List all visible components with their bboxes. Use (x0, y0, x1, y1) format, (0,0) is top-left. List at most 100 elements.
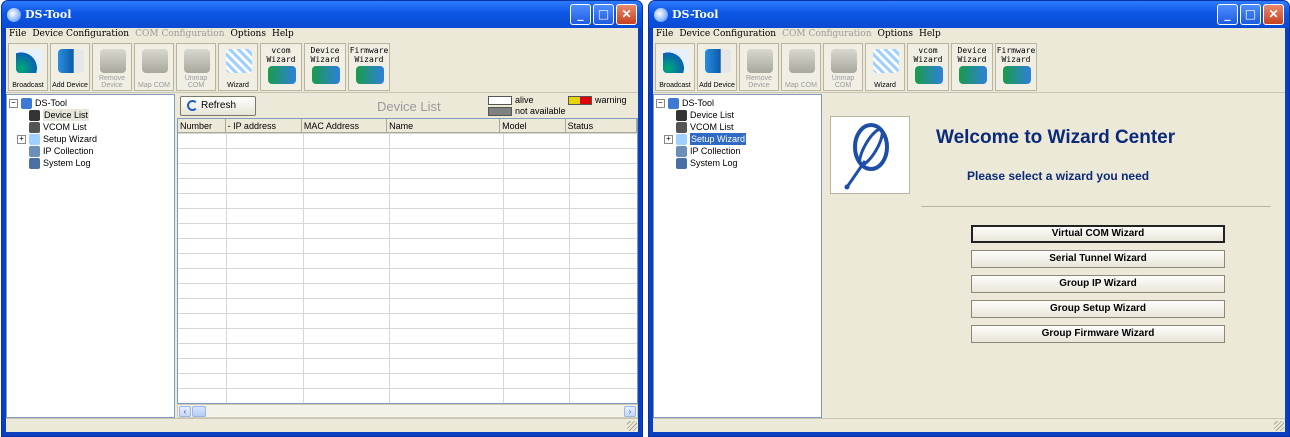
menu-options[interactable]: Options (231, 28, 266, 41)
tree-item-vcom-list[interactable]: VCOM List (656, 121, 821, 133)
broadcast-button[interactable]: Broadcast (655, 43, 695, 91)
tree-root[interactable]: − DS-Tool (656, 97, 821, 109)
resize-grip-icon[interactable] (627, 421, 637, 431)
ds-tool-icon (21, 97, 32, 109)
tree-item-device-list[interactable]: Device List (9, 109, 174, 121)
refresh-icon (187, 100, 198, 111)
unmap-com-icon (184, 49, 210, 73)
firmware-wizard-button[interactable]: Firmware Wizard (995, 43, 1037, 91)
firmware-wizard-button[interactable]: Firmware Wizard (348, 43, 390, 91)
collapse-icon[interactable]: − (9, 98, 18, 108)
ip-collection-icon (29, 145, 40, 157)
add-device-button[interactable]: Add Device (50, 43, 90, 91)
scroll-left-button[interactable]: ‹ (179, 406, 191, 417)
table-header: Number - IP address MAC Address Name Mod… (178, 119, 637, 133)
close-button[interactable]: ✕ (616, 4, 637, 25)
tree-item-ip-collection[interactable]: IP Collection (9, 145, 174, 157)
expand-icon[interactable]: + (664, 134, 673, 144)
device-wizard-icon (312, 66, 340, 84)
tree-item-system-log[interactable]: System Log (656, 157, 821, 169)
scroll-thumb[interactable] (192, 406, 206, 417)
map-com-button[interactable]: Map COM (134, 43, 174, 91)
device-list-panel: Refresh Device List alive warning not av… (177, 94, 638, 418)
status-bar (653, 418, 1285, 432)
column-mac-address[interactable]: MAC Address (302, 119, 388, 132)
column-name[interactable]: Name (387, 119, 501, 132)
tree-item-setup-wizard[interactable]: + Setup Wizard (656, 133, 821, 145)
unmap-com-button[interactable]: Unmap COM (176, 43, 216, 91)
column-number[interactable]: Number (178, 119, 226, 132)
menu-device-configuration[interactable]: Device Configuration (679, 28, 776, 41)
device-table[interactable]: Number - IP address MAC Address Name Mod… (177, 118, 638, 404)
group-setup-wizard-button[interactable]: Group Setup Wizard (971, 300, 1225, 318)
title-bar[interactable]: DS-Tool _ □ ✕ (2, 1, 642, 28)
tree-item-ip-collection[interactable]: IP Collection (656, 145, 821, 157)
collapse-icon[interactable]: − (656, 98, 665, 108)
maximize-button[interactable]: □ (593, 4, 614, 25)
ds-tool-window-device-list: DS-Tool _ □ ✕ File Device Configuration … (1, 0, 643, 437)
wizard-center-title: Welcome to Wizard Center (936, 127, 1176, 148)
ip-collection-icon (676, 145, 687, 157)
vcom-wizard-icon (915, 66, 943, 84)
column-model[interactable]: Model (500, 119, 566, 132)
map-com-icon (142, 49, 168, 73)
menu-com-configuration[interactable]: COM Configuration (135, 28, 224, 41)
device-list-icon (29, 109, 40, 121)
navigation-tree: − DS-Tool Device List VCOM List + Setup Wi… (653, 94, 822, 418)
toolbar: Broadcast Add Device Remove Device Map C… (6, 41, 638, 93)
menu-file[interactable]: File (656, 28, 673, 41)
map-com-button[interactable]: Map COM (781, 43, 821, 91)
horizontal-scrollbar[interactable]: ‹ › (177, 404, 638, 418)
group-firmware-wizard-button[interactable]: Group Firmware Wizard (971, 325, 1225, 343)
menu-file[interactable]: File (9, 28, 26, 41)
expand-icon[interactable]: + (17, 134, 26, 144)
tree-item-system-log[interactable]: System Log (9, 157, 174, 169)
column-ip-address[interactable]: - IP address (226, 119, 302, 132)
firmware-wizard-icon (356, 66, 384, 84)
divider (921, 206, 1271, 207)
menu-com-configuration[interactable]: COM Configuration (782, 28, 871, 41)
add-device-button[interactable]: Add Device (697, 43, 737, 91)
vcom-wizard-button[interactable]: vcom Wizard (260, 43, 302, 91)
remove-device-icon (747, 49, 773, 73)
menu-help[interactable]: Help (272, 28, 294, 41)
minimize-button[interactable]: _ (1217, 4, 1238, 25)
add-device-icon (705, 49, 731, 73)
column-status[interactable]: Status (566, 119, 637, 132)
wizard-button[interactable]: Wizard (865, 43, 905, 91)
remove-device-button[interactable]: Remove Device (92, 43, 132, 91)
wizard-center-panel: Welcome to Wizard Center Please select a… (824, 94, 1285, 418)
maximize-button[interactable]: □ (1240, 4, 1261, 25)
minimize-button[interactable]: _ (570, 4, 591, 25)
remove-device-button[interactable]: Remove Device (739, 43, 779, 91)
close-button[interactable]: ✕ (1263, 4, 1284, 25)
refresh-button[interactable]: Refresh (180, 96, 256, 116)
resize-grip-icon[interactable] (1274, 421, 1284, 431)
unmap-com-button[interactable]: Unmap COM (823, 43, 863, 91)
status-bar (6, 418, 638, 432)
wizard-button[interactable]: Wizard (218, 43, 258, 91)
device-wizard-button[interactable]: Device Wizard (304, 43, 346, 91)
menu-options[interactable]: Options (878, 28, 913, 41)
vcom-wizard-button[interactable]: vcom Wizard (907, 43, 949, 91)
group-ip-wizard-button[interactable]: Group IP Wizard (971, 275, 1225, 293)
broadcast-icon (16, 49, 42, 73)
ds-tool-icon (668, 97, 679, 109)
window-title: DS-Tool (672, 8, 719, 21)
virtual-com-wizard-button[interactable]: Virtual COM Wizard (971, 225, 1225, 243)
wizard-center-subtitle: Please select a wizard you need (967, 169, 1150, 183)
window-client: File Device Configuration COM Configurat… (653, 28, 1285, 432)
tree-item-setup-wizard[interactable]: + Setup Wizard (9, 133, 174, 145)
scroll-right-button[interactable]: › (624, 406, 636, 417)
menu-help[interactable]: Help (919, 28, 941, 41)
broadcast-button[interactable]: Broadcast (8, 43, 48, 91)
tree-item-device-list[interactable]: Device List (656, 109, 821, 121)
tree-item-vcom-list[interactable]: VCOM List (9, 121, 174, 133)
title-bar[interactable]: DS-Tool _ □ ✕ (649, 1, 1289, 28)
menu-device-configuration[interactable]: Device Configuration (32, 28, 129, 41)
device-wizard-icon (959, 66, 987, 84)
serial-tunnel-wizard-button[interactable]: Serial Tunnel Wizard (971, 250, 1225, 268)
tree-root[interactable]: − DS-Tool (9, 97, 174, 109)
toolbar: Broadcast Add Device Remove Device Map C… (653, 41, 1285, 93)
device-wizard-button[interactable]: Device Wizard (951, 43, 993, 91)
